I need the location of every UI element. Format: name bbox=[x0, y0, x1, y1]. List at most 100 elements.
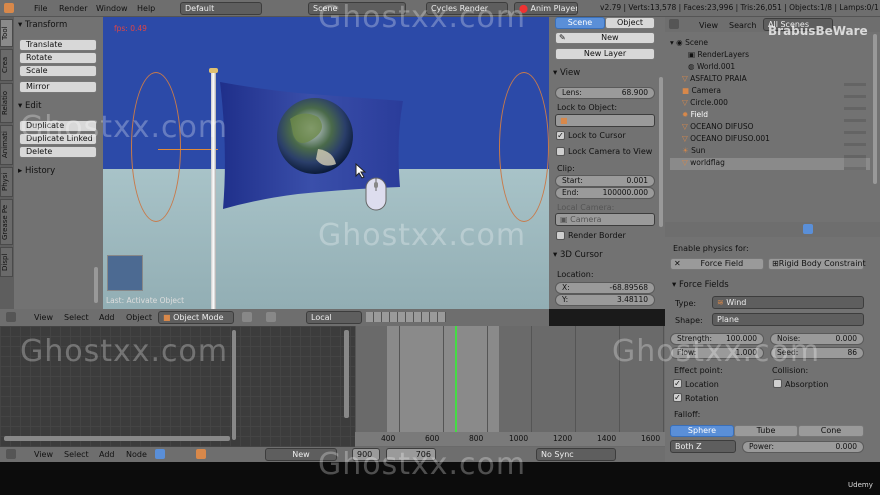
z-direction-select[interactable]: Both Z bbox=[670, 440, 736, 453]
object-menu[interactable]: Object bbox=[126, 313, 152, 322]
local-camera-field[interactable]: ▣ Camera bbox=[555, 213, 655, 226]
outliner-item[interactable]: ▾ ◉ Scene bbox=[670, 38, 870, 50]
editor-type-icon[interactable] bbox=[6, 312, 16, 322]
force-fields-header[interactable]: ▾ Force Fields bbox=[672, 280, 729, 290]
outliner-item[interactable]: ▣ RenderLayers bbox=[670, 50, 870, 62]
clip-end-field[interactable]: End: 100000.000 bbox=[555, 187, 655, 199]
mode-selector[interactable]: ■ Object Mode bbox=[158, 311, 234, 324]
lens-field[interactable]: Lens: 68.900 bbox=[555, 87, 655, 99]
outliner-scrollbar[interactable] bbox=[873, 34, 877, 184]
visibility-column[interactable] bbox=[844, 74, 866, 170]
3d-cursor-panel-header[interactable]: ▾ 3D Cursor bbox=[553, 250, 603, 260]
translate-button[interactable]: Translate bbox=[19, 39, 97, 51]
outliner-item[interactable]: ▽ worldflag bbox=[670, 158, 870, 170]
view-panel-header[interactable]: ▾ View bbox=[553, 68, 580, 78]
node-editor-type-icon[interactable] bbox=[6, 449, 16, 459]
outliner-search-menu[interactable]: Search bbox=[729, 21, 756, 30]
power-field[interactable]: Power: 0.000 bbox=[742, 441, 864, 453]
rotation-checkbox[interactable]: ✓ bbox=[673, 393, 682, 402]
select-menu[interactable]: Select bbox=[64, 313, 89, 322]
3d-viewport[interactable]: fps: 0.49 Last: Activate Object bbox=[103, 17, 549, 309]
node-view-menu[interactable]: View bbox=[34, 450, 53, 459]
lock-camera-checkbox[interactable] bbox=[556, 147, 565, 156]
tab-scene[interactable]: Scene bbox=[555, 17, 605, 29]
menu-file[interactable]: File bbox=[34, 4, 47, 13]
shader-type-icon[interactable] bbox=[155, 449, 165, 459]
circle-left[interactable] bbox=[131, 72, 181, 222]
tab-display[interactable]: Displ bbox=[0, 247, 13, 277]
node-add-menu[interactable]: Add bbox=[99, 450, 115, 459]
blender-logo-icon[interactable] bbox=[4, 3, 14, 13]
shelf-scrollbar[interactable] bbox=[94, 267, 98, 303]
outliner-item[interactable]: ◍ World.001 bbox=[670, 62, 870, 74]
outliner-view-menu[interactable]: View bbox=[699, 21, 718, 30]
object-icon[interactable] bbox=[196, 449, 206, 459]
outliner-item[interactable]: ■ Camera bbox=[670, 86, 870, 98]
outliner-type-icon[interactable] bbox=[669, 19, 679, 29]
outliner-item[interactable]: ✹ Field bbox=[670, 110, 870, 122]
shape-select[interactable]: Plane bbox=[712, 313, 864, 326]
lock-object-field[interactable]: ■ bbox=[555, 114, 655, 127]
local-camera-label: Local Camera: bbox=[557, 203, 615, 212]
delete-button[interactable]: Delete bbox=[19, 146, 97, 158]
shading-icon[interactable] bbox=[242, 312, 252, 322]
tab-animation[interactable]: Animati bbox=[0, 125, 13, 165]
tab-object[interactable]: Object bbox=[605, 17, 655, 29]
sync-select[interactable]: No Sync bbox=[536, 448, 616, 461]
type-select[interactable]: ≋ Wind bbox=[712, 296, 864, 309]
falloff-tube-button[interactable]: Tube bbox=[734, 425, 798, 437]
location-checkbox[interactable]: ✓ bbox=[673, 379, 682, 388]
outliner-item[interactable]: ☀ Sun bbox=[670, 146, 870, 158]
node-menu[interactable]: Node bbox=[126, 450, 147, 459]
node-sidebar-scrollbar[interactable] bbox=[232, 330, 236, 440]
view-menu[interactable]: View bbox=[34, 313, 53, 322]
mirror-button[interactable]: Mirror bbox=[19, 81, 97, 93]
cursor-x-field[interactable]: X: -68.89568 bbox=[555, 282, 655, 294]
absorption-checkbox[interactable] bbox=[773, 379, 782, 388]
node-scrollbar-v[interactable] bbox=[344, 330, 349, 418]
tab-tools[interactable]: Tool bbox=[0, 19, 13, 47]
panel-scrollbar[interactable] bbox=[659, 77, 663, 227]
tab-create[interactable]: Crea bbox=[0, 49, 13, 81]
rigid-body-constraint-button[interactable]: ⊞ Rigid Body Constraint bbox=[768, 258, 866, 270]
transform-orientation-select[interactable]: Local bbox=[306, 311, 362, 324]
circle-right[interactable] bbox=[499, 72, 549, 222]
pivot-icon[interactable] bbox=[266, 312, 276, 322]
falloff-sphere-button[interactable]: Sphere bbox=[670, 425, 734, 437]
watermark: Ghostxx.com bbox=[318, 447, 527, 482]
force-field-button[interactable]: ✕ Force Field bbox=[670, 258, 764, 270]
menu-help[interactable]: Help bbox=[137, 4, 155, 13]
new-button[interactable]: ✎ New bbox=[555, 32, 655, 44]
scene-icon: ▾ ◉ bbox=[670, 38, 686, 47]
new-layer-button[interactable]: New Layer bbox=[555, 48, 655, 60]
outliner-item[interactable]: ▽ OCEANO DIFUSO bbox=[670, 122, 870, 134]
cursor-y-field[interactable]: Y: 3.48110 bbox=[555, 294, 655, 306]
rotate-button[interactable]: Rotate bbox=[19, 52, 97, 64]
render-border-checkbox[interactable] bbox=[556, 231, 565, 240]
menu-window[interactable]: Window bbox=[96, 4, 128, 13]
tick-1000: 1000 bbox=[509, 434, 529, 443]
history-panel-header[interactable]: ▸ History bbox=[18, 166, 55, 176]
clip-start-field[interactable]: Start: 0.001 bbox=[555, 175, 655, 187]
falloff-cone-button[interactable]: Cone bbox=[798, 425, 864, 437]
current-frame-line[interactable] bbox=[455, 326, 457, 436]
tab-physics[interactable]: Physi bbox=[0, 167, 13, 197]
camera-icon: ▣ bbox=[560, 215, 571, 224]
layer-buttons[interactable] bbox=[366, 312, 446, 322]
tab-relations[interactable]: Relatio bbox=[0, 83, 13, 123]
layout-selector[interactable]: Default bbox=[180, 2, 262, 15]
outliner-item[interactable]: ▽ ASFALTO PRAIA bbox=[670, 74, 870, 86]
add-menu[interactable]: Add bbox=[99, 313, 115, 322]
tab-grease-pencil[interactable]: Grease Pe bbox=[0, 199, 13, 245]
transform-panel-header[interactable]: ▾ Transform bbox=[18, 20, 67, 30]
properties-tabs[interactable] bbox=[665, 222, 880, 237]
scale-button[interactable]: Scale bbox=[19, 65, 97, 77]
node-scrollbar-h[interactable] bbox=[4, 436, 230, 441]
lock-cursor-checkbox[interactable]: ✓ bbox=[556, 131, 565, 140]
menu-render[interactable]: Render bbox=[59, 4, 87, 13]
outliner-item[interactable]: ▽ Circle.000 bbox=[670, 98, 870, 110]
flag-pole[interactable] bbox=[211, 71, 216, 309]
physics-tab-icon[interactable] bbox=[803, 224, 813, 234]
outliner-item[interactable]: ▽ OCEANO DIFUSO.001 bbox=[670, 134, 870, 146]
node-select-menu[interactable]: Select bbox=[64, 450, 89, 459]
